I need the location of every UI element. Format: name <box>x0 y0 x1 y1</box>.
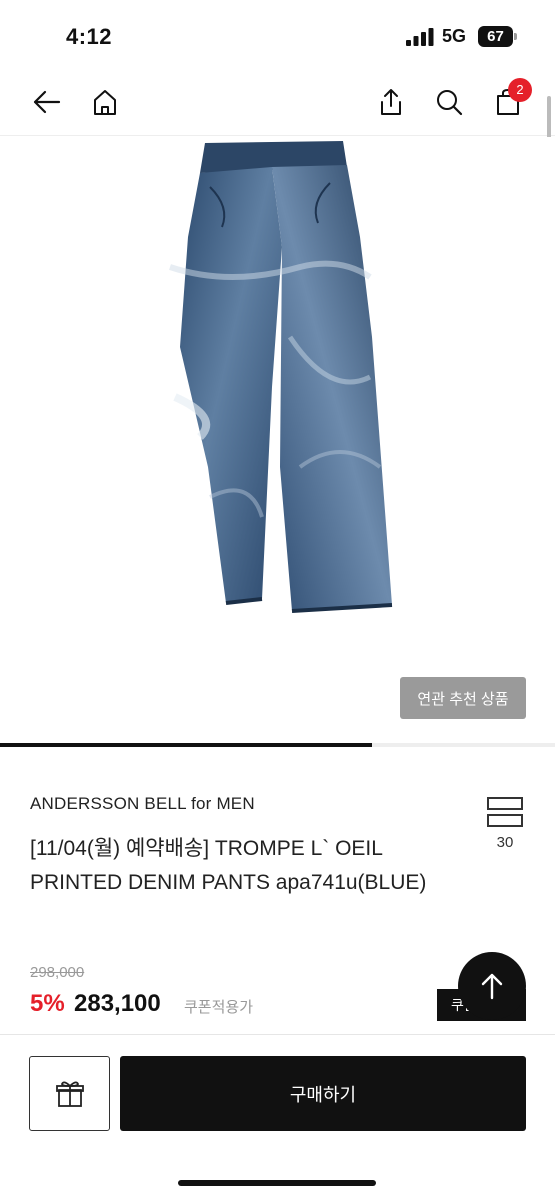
scroll-to-top-button[interactable] <box>458 952 526 1020</box>
image-carousel-progress-fill <box>0 743 372 747</box>
brand-name[interactable]: ANDERSSON BELL for MEN <box>30 794 255 814</box>
battery-tip <box>514 33 517 40</box>
size-count: 30 <box>496 834 514 851</box>
original-price: 298,000 <box>30 964 85 981</box>
status-bar: 4:12 5G 67 <box>0 0 555 70</box>
battery-level: 67 <box>478 26 513 47</box>
signal-icon <box>406 28 434 46</box>
top-navigation <box>0 70 555 136</box>
status-time: 4:12 <box>66 24 113 49</box>
cart-count-badge: 2 <box>508 78 532 102</box>
network-label: 5G <box>442 26 467 46</box>
gift-button[interactable] <box>29 1056 110 1131</box>
size-guide-icon[interactable] <box>486 796 524 828</box>
coupon-price-note: 쿠폰적용가 <box>184 999 254 1016</box>
discount-rate: 5% <box>30 990 65 1017</box>
sale-price: 283,100 <box>74 990 161 1017</box>
search-icon[interactable] <box>431 84 467 120</box>
share-icon[interactable] <box>373 84 409 120</box>
battery-icon: 67 <box>478 26 518 47</box>
buy-button[interactable]: 구매하기 <box>120 1056 526 1131</box>
gift-icon <box>55 1081 84 1107</box>
home-icon[interactable] <box>87 84 123 120</box>
product-image[interactable]: 연관 추천 상품 <box>0 137 555 745</box>
image-carousel-progress <box>0 743 555 747</box>
denim-pants-image <box>169 141 393 613</box>
back-arrow-icon[interactable] <box>28 84 64 120</box>
arrow-up-icon <box>481 973 503 1000</box>
related-products-button[interactable]: 연관 추천 상품 <box>400 677 526 719</box>
product-title: [11/04(월) 예약배송] TROMPE L` OEIL PRINTED D… <box>30 837 427 894</box>
home-indicator[interactable] <box>178 1180 376 1186</box>
